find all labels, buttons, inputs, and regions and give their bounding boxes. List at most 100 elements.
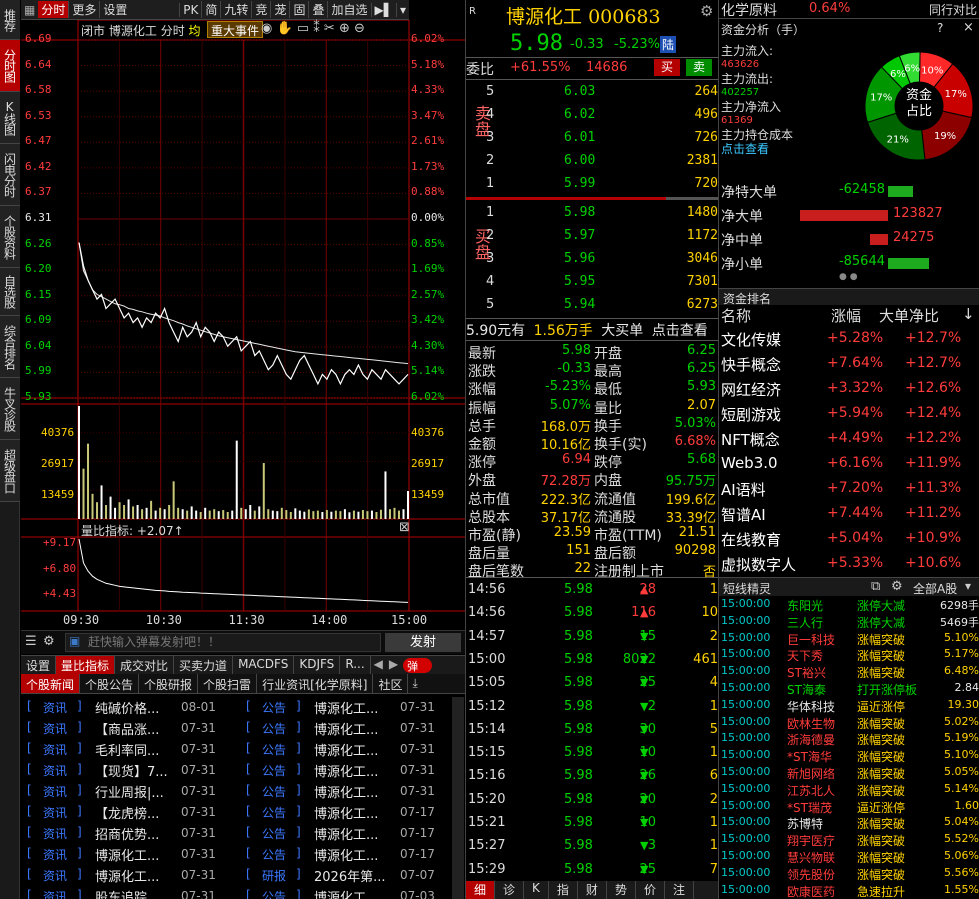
news-item[interactable]: [资讯] 毛利率同... 07-31 (21, 739, 237, 759)
ask-level-price[interactable]: 5.99 (564, 176, 595, 191)
sprite-stock[interactable]: *ST海华 (787, 748, 832, 765)
col-change[interactable]: 涨幅 (831, 305, 861, 326)
news-item[interactable]: [资讯] 博源化工... 07-31 (21, 844, 237, 864)
add-watchlist-button[interactable]: 加自选 (327, 1, 370, 18)
tab-fixed[interactable]: 固 (289, 1, 308, 18)
send-button[interactable]: 发射 (385, 633, 461, 652)
bid-level-price[interactable]: 5.95 (564, 274, 595, 289)
news-scrollbar[interactable] (452, 697, 464, 899)
news-title[interactable]: 博源化工... (95, 866, 185, 885)
rank-row-name[interactable]: 智谱AI (721, 504, 766, 525)
news-title[interactable]: 博源化工... (314, 887, 404, 899)
news-title[interactable]: 博源化工... (314, 782, 404, 801)
news-item[interactable]: [公告] 博源化工... 07-31 (240, 760, 450, 780)
close-icon[interactable]: ⊠ (399, 520, 410, 535)
quote-tab-1[interactable]: 诊 (495, 881, 525, 899)
news-title[interactable]: 博源化工... (314, 740, 404, 759)
news-title[interactable]: 博源化工... (95, 845, 185, 864)
tab-more[interactable]: 更多 (68, 1, 99, 18)
zoom-in-icon[interactable]: ⊕ (339, 21, 350, 36)
vertical-tab-0[interactable]: 推荐 (0, 0, 20, 40)
big-order-link[interactable]: 点击查看 (652, 323, 708, 339)
chevron-down-icon[interactable]: ▾ (965, 579, 971, 593)
rank-row-name[interactable]: 快手概念 (721, 354, 781, 375)
ask-level-price[interactable]: 6.02 (564, 107, 595, 122)
news-title[interactable]: 博源化工... (314, 698, 404, 717)
download-icon[interactable]: ⤓ (408, 674, 421, 693)
news-title[interactable]: 博源化工... (314, 719, 404, 738)
rank-row-name[interactable]: 短剧游戏 (721, 404, 781, 425)
sprite-stock[interactable]: 领先股份 (787, 866, 835, 883)
col-name[interactable]: 名称 (721, 305, 751, 326)
news-item[interactable]: [资讯] 纯碱价格... 08-01 (21, 697, 237, 717)
vertical-tab-1[interactable]: 分时图 (0, 40, 20, 92)
ask-level-price[interactable]: 6.01 (564, 130, 595, 145)
rank-row-name[interactable]: 网红经济 (721, 379, 781, 400)
sprite-stock[interactable]: 欧林生物 (787, 715, 835, 732)
quote-tab-7[interactable]: 注 (665, 881, 694, 899)
tab-timeshare[interactable]: 分时 (38, 1, 69, 18)
sprite-stock[interactable]: 东阳光 (787, 597, 823, 614)
news-title[interactable]: 招商优势... (95, 824, 185, 843)
quote-tab-6[interactable]: 价 (636, 881, 665, 899)
news-tab-5[interactable]: 社区 (373, 674, 409, 693)
sprite-stock[interactable]: 苏博特 (787, 815, 823, 832)
news-title[interactable]: 博源化工... (314, 803, 404, 822)
sprite-stock[interactable]: 新旭网络 (787, 765, 835, 782)
rank-row-name[interactable]: NFT概念 (721, 429, 780, 450)
tab-nine[interactable]: 九转 (220, 1, 251, 18)
ask-level-price[interactable]: 6.03 (564, 84, 595, 99)
sector-name[interactable]: 化学原料 (721, 0, 777, 20)
tab-simple[interactable]: 简 (201, 1, 220, 18)
vertical-tab-5[interactable]: 自选股 (0, 268, 20, 316)
sprite-stock[interactable]: 天下秀 (787, 647, 823, 664)
help-icon[interactable]: ? (937, 21, 943, 35)
news-item[interactable]: [公告] 博源化工... 07-17 (240, 823, 450, 843)
news-title[interactable]: 股东追踪... (95, 887, 185, 899)
quote-tab-5[interactable]: 势 (607, 881, 636, 899)
rank-row-name[interactable]: AI语料 (721, 479, 766, 500)
news-title[interactable]: 【龙虎榜... (95, 803, 185, 822)
news-tab-4[interactable]: 行业资讯[化学原料] (257, 674, 374, 693)
indicator-tab-5[interactable]: KDJFS (294, 656, 341, 674)
scissors-icon[interactable]: ✂ (324, 21, 335, 36)
expand-icon[interactable]: ▶▌ (370, 2, 396, 17)
vertical-tab-6[interactable]: 综合排名 (0, 316, 20, 378)
chevron-down-icon[interactable]: ▾ (395, 2, 409, 17)
news-item[interactable]: [资讯] 【商品涨... 07-31 (21, 718, 237, 738)
buy-button[interactable]: 买 (654, 59, 680, 76)
list-icon[interactable]: ☰ (25, 634, 37, 649)
grid-icon[interactable]: ▦ (21, 3, 38, 17)
news-title[interactable]: 博源化工... (314, 761, 404, 780)
sprite-stock[interactable]: 三人行 (787, 614, 823, 631)
sprite-stock[interactable]: ST海泰 (787, 681, 826, 698)
timeshare-chart[interactable]: 闭市 博源化工 分时 均 重大事件 ◉ ✋ ▭ ⁑ ✂ ⊕ ⊖ 6.69 6.64… (21, 20, 465, 630)
news-item[interactable]: [公告] 博源化工... 07-31 (240, 781, 450, 801)
indicator-tab-0[interactable]: 设置 (21, 656, 57, 674)
vertical-tab-7[interactable]: 牛叉诊股 (0, 378, 20, 440)
vertical-tab-8[interactable]: 超级盘口 (0, 440, 20, 502)
news-item[interactable]: [资讯] 招商优势... 07-31 (21, 823, 237, 843)
quote-tab-3[interactable]: 指 (549, 881, 578, 899)
danmu-input[interactable]: 赶快输入弹幕发射吧！！ (65, 633, 381, 652)
close-icon[interactable]: × (963, 20, 974, 35)
sprite-stock[interactable]: 浙海德曼 (787, 731, 835, 748)
tab-overlay[interactable]: 叠 (308, 1, 327, 18)
news-item[interactable]: [资讯] 【现货】7... 07-31 (21, 760, 237, 780)
sprite-stock[interactable]: ST裕兴 (787, 664, 826, 681)
news-title[interactable]: 毛利率同... (95, 740, 185, 759)
news-title[interactable]: 2026年第... (314, 866, 404, 885)
draw-icon[interactable]: ▭ (297, 21, 309, 36)
news-title[interactable]: 博源化工... (314, 845, 404, 864)
indicator-tab-1[interactable]: 量比指标 (56, 656, 116, 674)
sprite-stock[interactable]: 慧兴物联 (787, 849, 835, 866)
main-cost-link[interactable]: 点击查看 (721, 142, 793, 156)
news-item[interactable]: [公告] 博源化工... 07-31 (240, 718, 450, 738)
news-tab-0[interactable]: 个股新闻 (21, 674, 81, 693)
tab-settings[interactable]: 设置 (99, 1, 130, 18)
news-item[interactable]: [公告] 博源化工... 07-17 (240, 802, 450, 822)
news-item[interactable]: [公告] 博源化工... 07-17 (240, 844, 450, 864)
sort-desc-icon[interactable]: ↓ (962, 305, 975, 323)
news-title[interactable]: 纯碱价格... (95, 698, 185, 717)
news-title[interactable]: 【商品涨... (95, 719, 185, 738)
